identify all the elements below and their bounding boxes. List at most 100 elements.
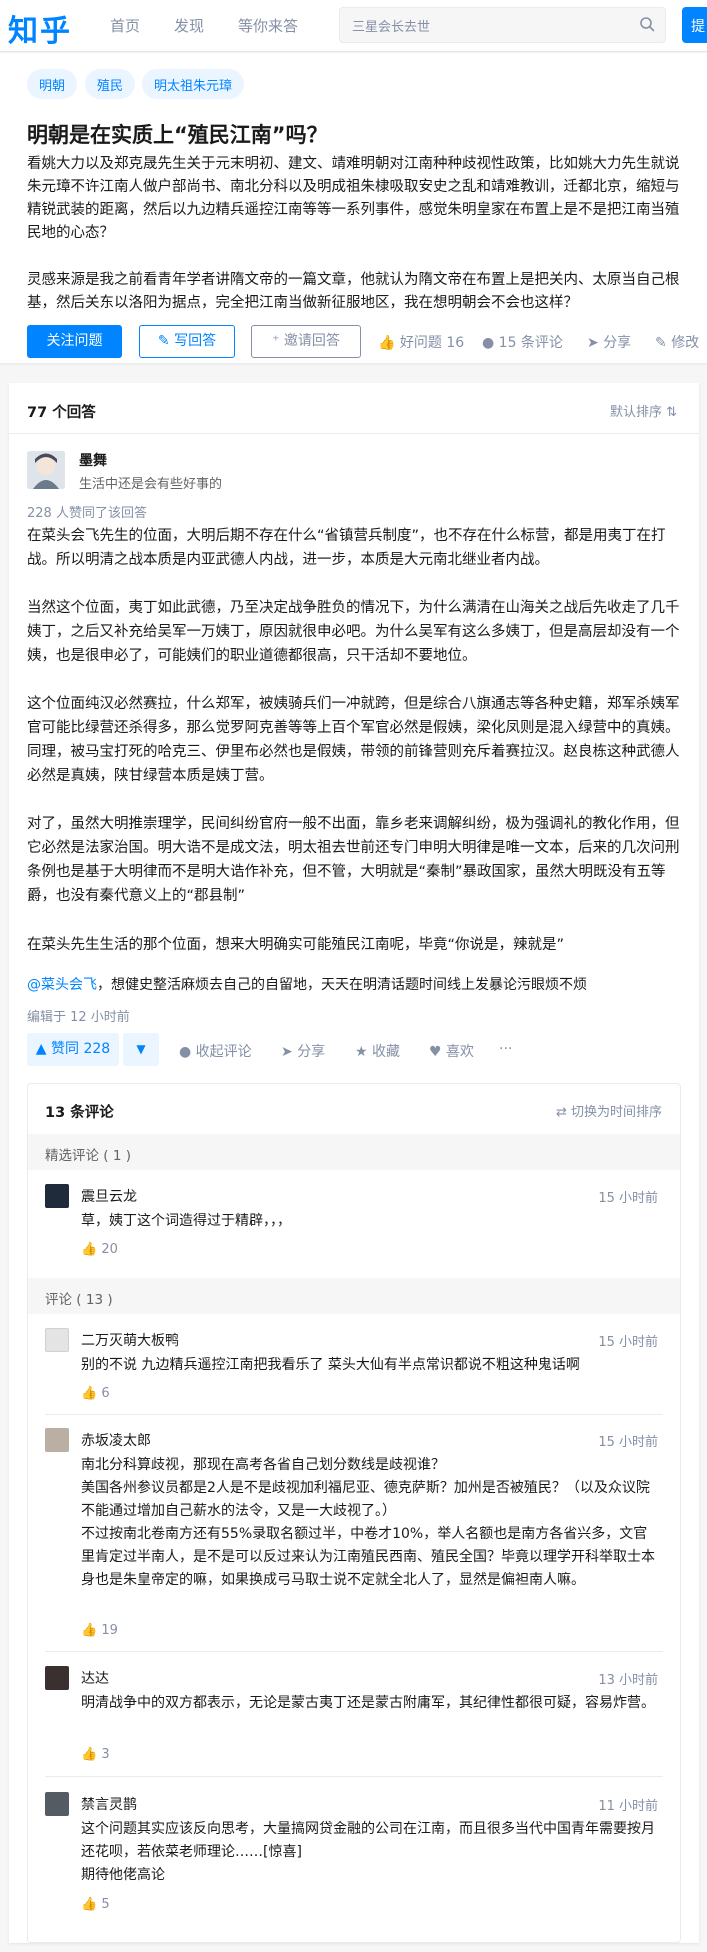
answer-paragraph: 当然这个位面，夷丁如此武德，乃至决定战争胜负的情况下，为什么满清在山海关之战后先… — [27, 600, 680, 664]
comment-time: 13 小时前 — [598, 1673, 658, 1688]
comment-icon: ● — [482, 335, 499, 351]
commenter-name[interactable]: 达达 — [81, 1668, 109, 1688]
search-input[interactable]: 三星会长去世 — [352, 16, 430, 35]
comment-time: 11 小时前 — [598, 1799, 658, 1814]
add-user-icon: ⁺ — [272, 333, 284, 349]
zhihu-logo[interactable]: 知乎 — [8, 6, 72, 50]
downvote-button[interactable]: ▼ — [123, 1033, 159, 1066]
sort-by-time-toggle[interactable]: ⇄ 切换为时间排序 — [556, 1101, 662, 1120]
commenter-avatar[interactable] — [45, 1792, 69, 1816]
comment-like-button[interactable]: 👍 5 — [81, 1897, 110, 1912]
comment-divider — [45, 1651, 663, 1652]
question-share-label: 分享 — [603, 335, 632, 351]
answer-paragraph-mention: @菜头会飞，想健史整活麻烦去自己的自留地，天天在明清话题时间线上发暴论污眼烦不烦 — [27, 973, 687, 997]
commenter-avatar[interactable] — [45, 1328, 69, 1352]
favorite-button[interactable]: ★ 收藏 — [355, 1041, 400, 1061]
answer-list: 77 个回答 默认排序 ⇅ 墨舞 生活中还是会有些好事的 228 人赞同了该回答… — [9, 383, 699, 1943]
question-title: 明朝是在实质上“殖民江南”吗？ — [27, 123, 328, 147]
commenter-name[interactable]: 禁言灵鹊 — [81, 1794, 137, 1814]
voter-count[interactable]: 228 人赞同了该回答 — [27, 502, 147, 521]
thumbs-up-icon: 👍 — [81, 1623, 102, 1638]
search-icon[interactable] — [639, 16, 655, 36]
answer-paragraph: 这个位面纯汉必然赛拉，什么郑军，被姨骑兵们一冲就跨，但是综合八旗通志等各种史籍，… — [27, 696, 680, 784]
commenter-avatar[interactable] — [45, 1184, 69, 1208]
question-card: 明朝 殖民 明太祖朱元璋 明朝是在实质上“殖民江南”吗？ 看姚大力以及郑克晟先生… — [0, 53, 707, 363]
featured-comments-header: 精选评论 ( 1 ) — [28, 1134, 680, 1170]
commenter-name[interactable]: 二万灭萌大板鸭 — [81, 1330, 179, 1350]
question-comments-label: 15 条评论 — [498, 335, 563, 351]
nav-waiting[interactable]: 等你来答 — [238, 15, 298, 36]
question-description-extra: 灵感来源是我之前看青年学者讲隋文帝的一篇文章，他就认为隋文帝在布置上是把关内、太… — [27, 272, 680, 311]
comments-panel: 13 条评论 ⇄ 切换为时间排序 精选评论 ( 1 ) 震旦云龙 15 小时前 … — [27, 1083, 681, 1943]
sort-by-time-label: 切换为时间排序 — [570, 1105, 662, 1120]
share-icon: ➤ — [281, 1044, 298, 1060]
comment-icon: ● — [179, 1044, 196, 1060]
heart-icon: ♥ — [429, 1044, 447, 1060]
author-name[interactable]: 墨舞 — [79, 450, 107, 470]
answer-share-button[interactable]: ➤ 分享 — [281, 1041, 325, 1061]
comment-like-button[interactable]: 👍 3 — [81, 1747, 110, 1762]
share-icon: ➤ — [587, 335, 604, 351]
upvote-button[interactable]: ▲ 赞同 228 — [27, 1033, 119, 1066]
thumbs-up-icon: 👍 — [81, 1386, 102, 1401]
thumbs-up-icon: 👍 — [81, 1242, 102, 1257]
divider — [9, 433, 699, 434]
star-icon: ★ — [355, 1044, 373, 1060]
commenter-name[interactable]: 震旦云龙 — [81, 1186, 137, 1206]
answer-share-label: 分享 — [297, 1044, 326, 1060]
sort-label: 默认排序 — [609, 405, 662, 420]
like-label: 喜欢 — [446, 1044, 475, 1060]
collapse-comments-label: 收起评论 — [195, 1044, 252, 1060]
comment-like-button[interactable]: 👍 19 — [81, 1623, 118, 1638]
comment-divider — [45, 1776, 663, 1777]
answer-count: 77 个回答 — [27, 405, 96, 421]
comment-like-button[interactable]: 👍 6 — [81, 1386, 110, 1401]
topic-tag[interactable]: 明朝 — [27, 69, 78, 99]
comments-count: 13 条评论 — [45, 1105, 114, 1121]
all-comments-header: 评论 ( 13 ) — [28, 1278, 680, 1314]
question-share-button[interactable]: ➤ 分享 — [587, 332, 631, 352]
commenter-avatar[interactable] — [45, 1666, 69, 1690]
question-comments-button[interactable]: ● 15 条评论 — [482, 332, 563, 352]
comment-like-count: 5 — [101, 1897, 110, 1912]
ask-button[interactable]: 提 — [682, 7, 707, 43]
question-edit-button[interactable]: ✎ 修改 — [655, 332, 699, 352]
nav-discover[interactable]: 发现 — [174, 15, 204, 36]
comment-time: 15 小时前 — [598, 1335, 658, 1350]
nav-home[interactable]: 首页 — [110, 15, 140, 36]
search-box[interactable]: 三星会长去世 — [339, 7, 666, 43]
swap-icon: ⇄ — [555, 1105, 571, 1120]
topic-tag[interactable]: 明太祖朱元璋 — [142, 69, 245, 99]
good-question-button[interactable]: 👍 好问题 16 — [378, 332, 464, 352]
write-answer-button[interactable]: ✎ 写回答 — [139, 325, 235, 358]
comment-divider — [45, 1414, 663, 1415]
write-answer-label: 写回答 — [174, 333, 217, 349]
thumbs-up-icon: 👍 — [81, 1897, 102, 1912]
avatar[interactable] — [27, 451, 65, 489]
invite-answer-button[interactable]: ⁺ 邀请回答 — [251, 325, 361, 358]
comment-like-button[interactable]: 👍 20 — [81, 1242, 118, 1257]
commenter-avatar[interactable] — [45, 1428, 69, 1452]
commenter-name[interactable]: 赤坂凌太郎 — [81, 1430, 151, 1450]
more-button[interactable]: ··· — [499, 1041, 512, 1057]
answer-paragraph: 对了，虽然大明推崇理学，民间纠纷官府一般不出面，靠乡老来调解纠纷，极为强调礼的教… — [27, 816, 680, 904]
top-bar: 知乎 首页 发现 等你来答 三星会长去世 提 — [0, 0, 707, 52]
invite-answer-label: 邀请回答 — [283, 333, 340, 349]
topic-tag[interactable]: 殖民 — [85, 69, 136, 99]
follow-question-button[interactable]: 关注问题 — [27, 325, 122, 358]
comment-text: 明清战争中的双方都表示，无论是蒙古夷丁还是蒙古附庸军，其纪律性都很可疑，容易炸营… — [81, 1695, 655, 1711]
comment-text: 这个问题其实应该反向思考，大量搞网贷金融的公司在江南，而且很多当代中国青年需要按… — [81, 1821, 655, 1883]
comment-like-count: 19 — [101, 1623, 118, 1638]
mention-text: ，想健史整活麻烦去自己的自留地，天天在明清话题时间线上发暴论污眼烦不烦 — [97, 977, 587, 993]
thumbs-up-icon: 👍 — [378, 335, 400, 351]
good-question-label: 好问题 16 — [399, 335, 465, 351]
collapse-comments-button[interactable]: ● 收起评论 — [179, 1041, 252, 1061]
like-button[interactable]: ♥ 喜欢 — [429, 1041, 474, 1061]
user-mention-link[interactable]: @菜头会飞 — [27, 977, 97, 993]
comment-time: 15 小时前 — [598, 1191, 658, 1206]
comment-like-count: 20 — [101, 1242, 118, 1257]
pencil-icon: ✎ — [655, 335, 672, 351]
comment-like-count: 3 — [101, 1747, 110, 1762]
sort-dropdown[interactable]: 默认排序 ⇅ — [610, 401, 677, 420]
question-edit-label: 修改 — [671, 335, 700, 351]
